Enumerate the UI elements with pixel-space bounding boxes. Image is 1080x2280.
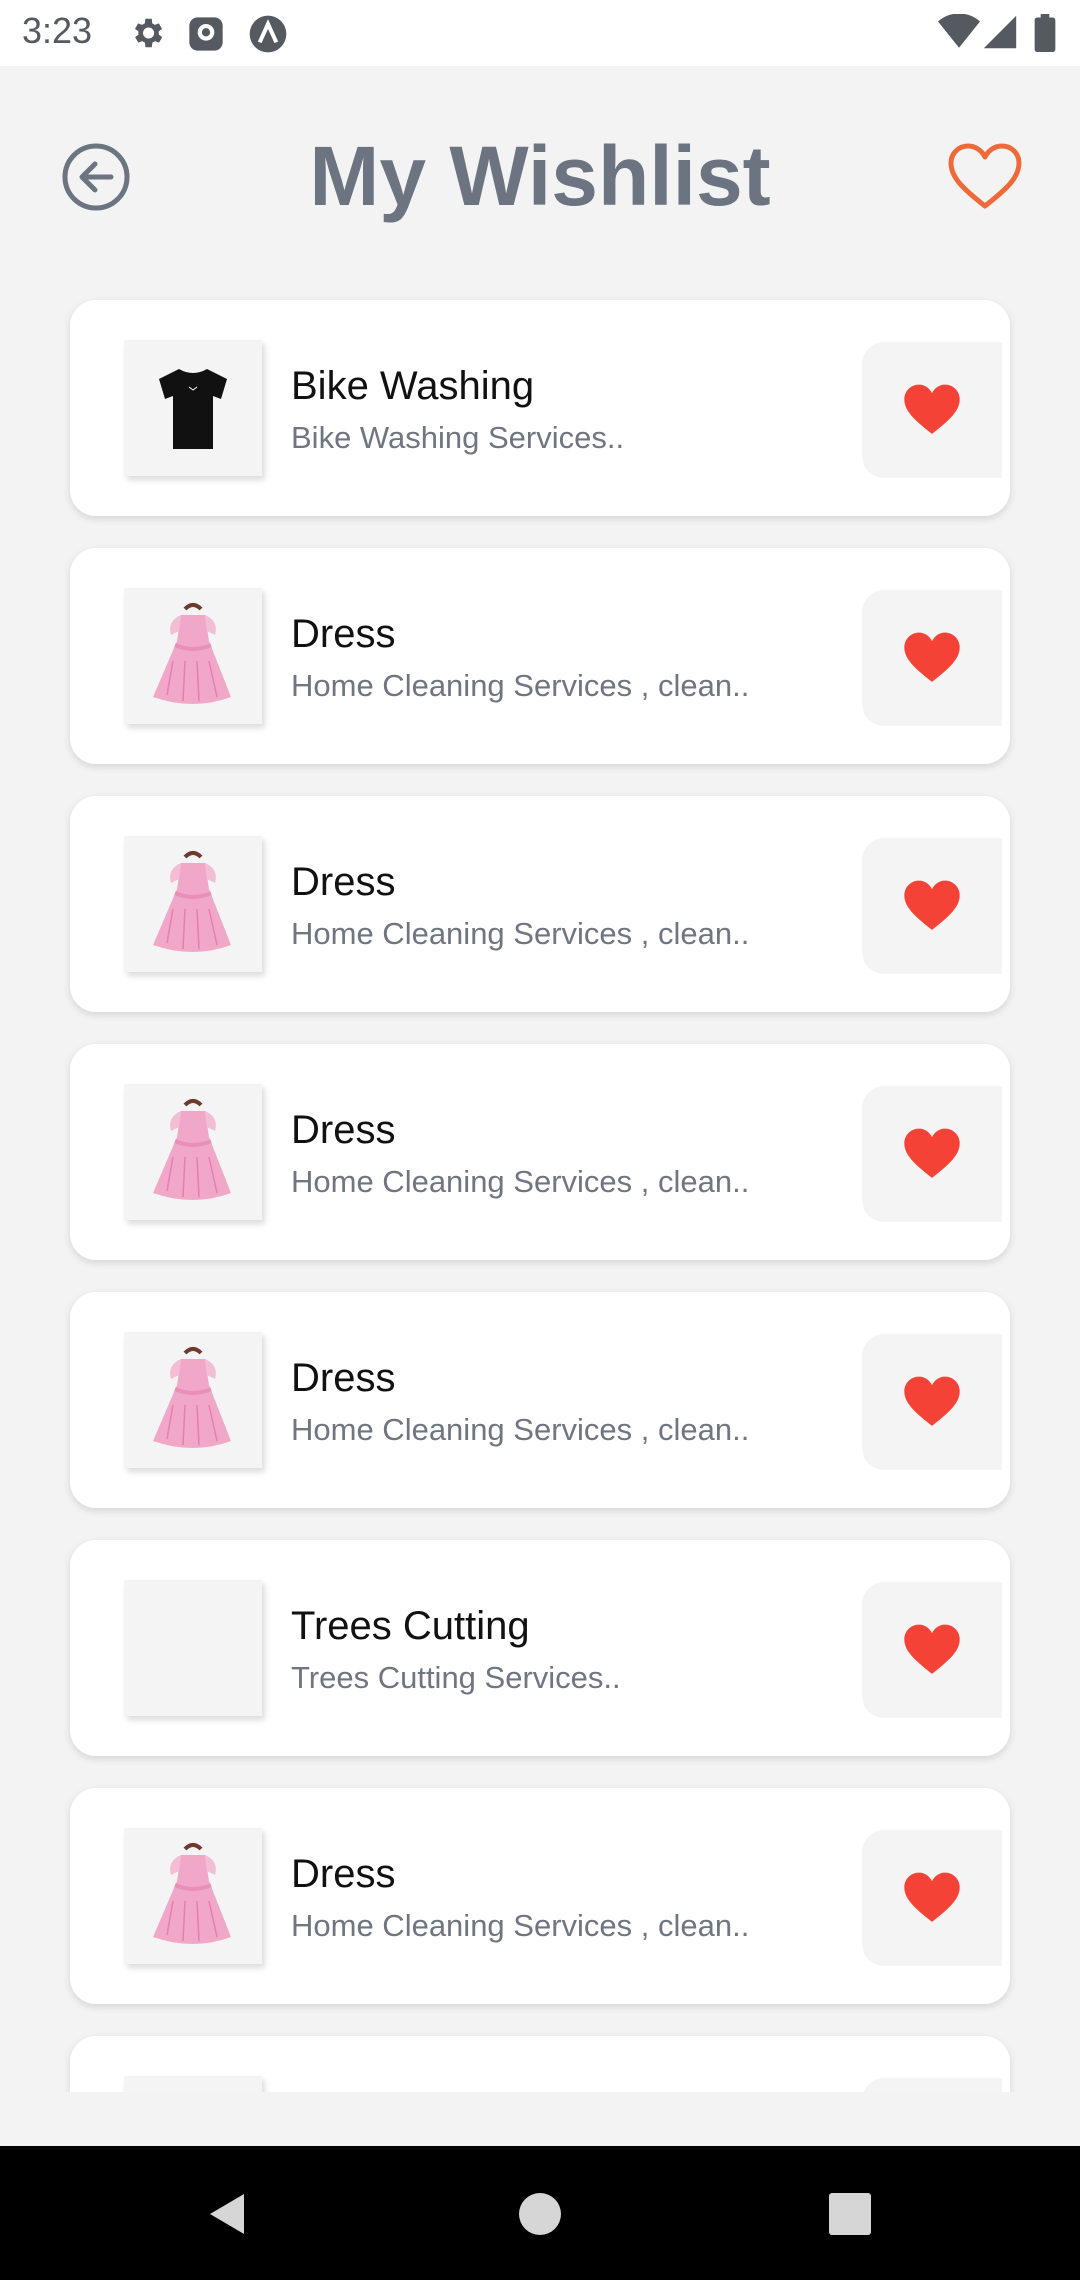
item-description: Home Cleaning Services , clean.. <box>291 1164 750 1199</box>
item-description: Home Cleaning Services , clean.. <box>291 1412 750 1447</box>
product-thumbnail <box>124 588 262 724</box>
product-thumbnail <box>124 1828 262 1964</box>
item-description: Home Cleaning Services , clean.. <box>291 668 750 703</box>
heart-filled-icon <box>904 1128 960 1178</box>
product-thumbnail <box>124 1084 262 1220</box>
tshirt-image <box>159 369 227 449</box>
item-title: Dress <box>291 1108 396 1152</box>
dress-image <box>153 1347 231 1448</box>
cell-signal-icon <box>982 14 1018 55</box>
home-circle-icon <box>519 2193 561 2235</box>
status-time: 3:23 <box>22 10 93 51</box>
item-title: Dress <box>291 612 396 656</box>
wishlist-card[interactable]: Trees Cutting Trees Cutting Services.. <box>70 1540 1010 1756</box>
remove-favorite-button[interactable] <box>862 1582 1002 1718</box>
wishlist-card[interactable]: Dress Home Cleaning Services , clean.. <box>70 1788 1010 2004</box>
dress-image <box>153 1099 231 1200</box>
item-title: Dress <box>291 1852 396 1896</box>
remove-favorite-button[interactable] <box>862 1830 1002 1966</box>
heart-outline-icon <box>946 143 1024 216</box>
product-thumbnail <box>124 836 262 972</box>
wishlist-card[interactable]: Dress Home Cleaning Services , clean.. <box>70 1292 1010 1508</box>
nav-recents-button[interactable] <box>826 2190 874 2238</box>
item-title: Dress <box>291 1356 396 1400</box>
system-nav-bar <box>0 2146 1080 2280</box>
dress-image <box>153 603 231 704</box>
wishlist-list[interactable]: Bike Washing Bike Washing Services.. Dre… <box>0 290 1080 2092</box>
wishlist-card[interactable]: Dress Home Cleaning Services , clean.. <box>70 548 1010 764</box>
item-title: Trees Cutting <box>291 1604 530 1648</box>
heart-filled-icon <box>904 384 960 434</box>
heart-filled-icon <box>904 1376 960 1426</box>
wishlist-card[interactable]: Dress Home Cleaning Services , clean.. <box>70 1044 1010 1260</box>
heart-filled-icon <box>904 880 960 930</box>
page-title: My Wishlist <box>309 129 771 223</box>
remove-favorite-button[interactable] <box>862 1334 1002 1470</box>
item-description: Trees Cutting Services.. <box>291 1660 621 1695</box>
item-description: Home Cleaning Services , clean.. <box>291 1908 750 1943</box>
settings-icon <box>128 14 166 57</box>
dress-image <box>153 851 231 952</box>
remove-favorite-button[interactable] <box>862 838 1002 974</box>
remove-favorite-button[interactable] <box>862 342 1002 478</box>
remove-favorite-button[interactable] <box>862 1086 1002 1222</box>
heart-filled-icon <box>904 632 960 682</box>
nav-back-button[interactable] <box>204 2190 252 2238</box>
product-thumbnail <box>124 1580 262 1716</box>
product-thumbnail <box>124 1332 262 1468</box>
wishlist-card[interactable]: Dress Home Cleaning Services , clean.. <box>70 796 1010 1012</box>
item-description: Home Cleaning Services , clean.. <box>291 916 750 951</box>
product-thumbnail <box>124 2076 262 2092</box>
item-title: Bike Washing <box>291 364 535 408</box>
heart-filled-icon <box>904 1624 960 1674</box>
vpn-icon <box>248 14 288 59</box>
item-description: Bike Washing Services.. <box>291 420 625 455</box>
nav-home-button[interactable] <box>516 2190 564 2238</box>
battery-icon <box>1034 14 1056 57</box>
status-bar: 3:23 <box>0 0 1080 66</box>
app-notification-icon <box>186 14 226 59</box>
remove-favorite-button[interactable] <box>862 2078 1002 2092</box>
recents-square-icon <box>829 2193 871 2235</box>
wishlist-card[interactable]: Bike Washing Bike Washing Services.. <box>70 300 1010 516</box>
wishlist-heart-button[interactable] <box>946 142 1024 214</box>
wifi-icon <box>938 13 980 55</box>
back-triangle-icon <box>210 2194 244 2234</box>
remove-favorite-button[interactable] <box>862 590 1002 726</box>
item-title: Dress <box>291 860 396 904</box>
heart-filled-icon <box>904 1872 960 1922</box>
product-thumbnail <box>124 340 262 476</box>
wishlist-card[interactable] <box>70 2036 1010 2092</box>
dress-image <box>153 1843 231 1944</box>
